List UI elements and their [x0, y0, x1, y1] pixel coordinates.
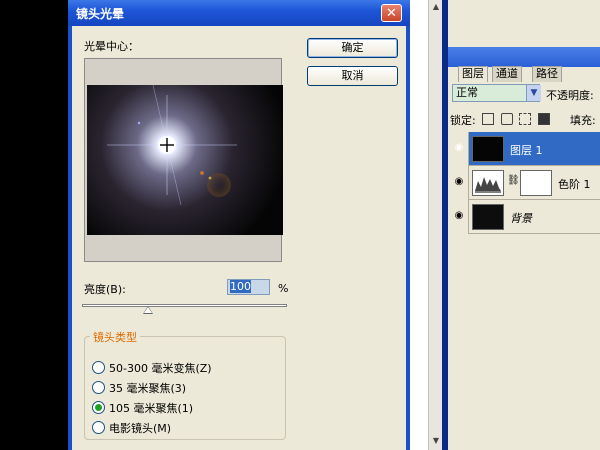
- brightness-value: 100: [230, 280, 251, 293]
- layer-name: 色阶 1: [558, 178, 591, 191]
- lock-all-icon[interactable]: [537, 113, 550, 125]
- scroll-down-icon[interactable]: ▼: [431, 436, 441, 446]
- flare-center-label: 光晕中心：: [84, 40, 139, 53]
- brightness-label: 亮度(B):: [84, 283, 126, 296]
- lens-option-105mm[interactable]: 105 毫米聚焦(1): [92, 400, 193, 416]
- lens-flare-dialog: 镜头光晕 ✕ 光晕中心： 确定 取消 亮度(B): 100 % 镜头类型 50-…: [68, 0, 410, 450]
- lens-option-label: 35 毫米聚焦(3): [109, 382, 187, 395]
- tab-paths[interactable]: 路径: [532, 66, 562, 82]
- link-chain-icon: ⛓: [507, 175, 520, 186]
- lens-option-35mm[interactable]: 35 毫米聚焦(3): [92, 380, 186, 396]
- lock-row: 锁定:: [450, 112, 550, 128]
- lens-type-title: 镜头类型: [90, 329, 140, 345]
- opacity-label: 不透明度:: [546, 89, 594, 102]
- lens-option-zoom[interactable]: 50-300 毫米变焦(Z): [92, 360, 212, 376]
- layers-tabs: 图层 通道 路径: [448, 66, 600, 82]
- close-icon[interactable]: ✕: [381, 4, 402, 22]
- layers-panel: 图层 通道 路径 正常 ▼ 不透明度: 锁定: 填充: ◉ 图层 1 ◉ ⛓ 色…: [448, 0, 600, 450]
- lens-option-movie[interactable]: 电影镜头(M): [92, 420, 171, 436]
- radio-icon[interactable]: [92, 421, 105, 434]
- lens-option-label: 50-300 毫米变焦(Z): [109, 362, 212, 375]
- lock-label: 锁定:: [450, 114, 476, 127]
- fill-label: 填充:: [570, 114, 596, 127]
- radio-icon[interactable]: [92, 361, 105, 374]
- layer-row[interactable]: ◉ ⛓ 色阶 1: [448, 166, 600, 200]
- radio-icon[interactable]: [92, 381, 105, 394]
- eye-icon: ◉: [454, 142, 464, 153]
- visibility-toggle[interactable]: ◉: [448, 200, 469, 234]
- tab-layers[interactable]: 图层: [458, 66, 488, 82]
- vertical-scrollbar[interactable]: ▲ ▼: [428, 0, 443, 450]
- scroll-up-icon[interactable]: ▲: [431, 2, 441, 12]
- flare-halo: [207, 173, 231, 197]
- flare-preview-image: [87, 85, 283, 235]
- flare-dot: [200, 171, 204, 175]
- layer-row[interactable]: ◉ 图层 1: [448, 132, 600, 166]
- layer-thumbnail: [472, 204, 504, 230]
- flare-dot: [208, 176, 212, 180]
- layers-panel-titlebar[interactable]: [448, 47, 600, 67]
- layer-name: 背景: [510, 212, 532, 225]
- visibility-toggle[interactable]: ◉: [448, 166, 469, 200]
- tab-channels[interactable]: 通道: [492, 66, 522, 82]
- brightness-input[interactable]: 100: [227, 279, 270, 295]
- canvas-area: [410, 0, 428, 450]
- flare-dot: [137, 121, 141, 125]
- visibility-toggle[interactable]: ◉: [448, 132, 469, 166]
- dialog-titlebar[interactable]: 镜头光晕 ✕: [68, 0, 410, 26]
- lock-move-icon[interactable]: [519, 113, 532, 125]
- levels-adjustment-icon: [472, 170, 504, 196]
- ok-button[interactable]: 确定: [307, 38, 398, 58]
- lens-option-label: 105 毫米聚焦(1): [109, 402, 194, 415]
- layer-row[interactable]: ◉ 背景: [448, 200, 600, 234]
- lock-transparency-icon[interactable]: [482, 113, 495, 125]
- lock-paint-icon[interactable]: [500, 113, 513, 125]
- layer-mask-thumbnail: [520, 170, 552, 196]
- percent-unit: %: [278, 282, 289, 295]
- eye-icon: ◉: [454, 210, 464, 221]
- lens-option-label: 电影镜头(M): [109, 422, 172, 435]
- chevron-down-icon[interactable]: ▼: [526, 85, 541, 101]
- radio-selected-icon[interactable]: [92, 401, 105, 414]
- flare-preview[interactable]: [87, 85, 283, 235]
- cancel-button[interactable]: 取消: [307, 66, 398, 86]
- eye-icon: ◉: [454, 176, 464, 187]
- layer-thumbnail: [472, 136, 504, 162]
- layer-name: 图层 1: [510, 144, 543, 157]
- flare-preview-frame: [84, 58, 283, 262]
- dialog-title: 镜头光晕: [76, 7, 125, 21]
- brightness-slider[interactable]: [82, 304, 287, 307]
- brightness-slider-thumb[interactable]: [142, 306, 153, 314]
- flare-glow: [87, 85, 283, 235]
- dialog-body: 光晕中心： 确定 取消 亮度(B): 100 % 镜头类型 50-300 毫米变…: [72, 26, 406, 450]
